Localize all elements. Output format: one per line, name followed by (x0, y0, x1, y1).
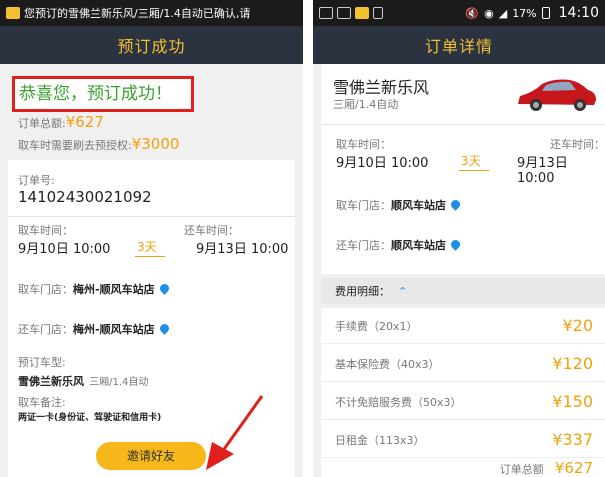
app-notification-icon (355, 7, 369, 19)
right-phone-screen: 🔇 ◉ ◢ 17% 14:10 订单详情 雪佛兰新乐风 三厢/1.4自动 取车时… (313, 0, 605, 477)
location-pin-icon[interactable] (449, 238, 462, 251)
chevron-up-icon[interactable]: ⌃ (398, 285, 407, 298)
car-name: 雪佛兰新乐风 (18, 375, 84, 388)
mute-icon: 🔇 (465, 6, 480, 20)
car-type: 雪佛兰新乐风 三厢/1.4自动 (18, 370, 148, 389)
battery-percent: 17% (512, 6, 537, 20)
location-pin-icon[interactable] (157, 282, 171, 295)
clock: 14:10 (558, 5, 599, 21)
fee-list: 手续费（20x1） ¥20 基本保险费（40x3） ¥120 不计免赔服务费（5… (321, 308, 605, 477)
order-total: 订单总额:¥627 (18, 112, 104, 131)
order-detail-card: 雪佛兰新乐风 三厢/1.4自动 取车时间： 9月10日 10:00 3天 还车时… (321, 64, 605, 274)
left-phone-screen: 您预订的雪佛兰新乐风/三厢/1.4自动已确认,请 预订成功 恭喜您，预订成功！ … (0, 0, 303, 477)
invite-friends-button[interactable]: 邀请好友 (96, 442, 206, 470)
order-no: 14102430021092 (18, 188, 152, 206)
success-highlight-box: 恭喜您，预订成功！ (12, 76, 194, 112)
pickup-store-label: 取车门店： (336, 199, 391, 212)
divider (321, 124, 605, 125)
fee-label: 不计免赔服务费（50x3） (335, 395, 462, 409)
notification-text: 您预订的雪佛兰新乐风/三厢/1.4自动已确认,请 (24, 7, 251, 20)
fee-section-header[interactable]: 费用明细： ⌃ (321, 278, 605, 304)
return-time-label: 还车时间： (184, 224, 239, 237)
image-notification-icon (319, 7, 333, 19)
rental-days: 3天 (135, 238, 165, 257)
fee-amount: ¥20 (562, 316, 593, 335)
battery-icon (541, 7, 550, 19)
pickup-store-label: 取车门店： (18, 283, 73, 296)
car-image (518, 79, 596, 111)
return-store-row[interactable]: 还车门店：顺风车站店 (336, 234, 462, 253)
sd-card-icon (373, 7, 383, 19)
return-store-name: 梅州-顺风车站店 (73, 323, 155, 336)
pickup-time-label: 取车时间： (336, 138, 391, 151)
fee-label: 手续费（20x1） (335, 319, 418, 333)
return-store-label: 还车门店： (18, 323, 73, 336)
return-store-row[interactable]: 还车门店：梅州-顺风车站店 (18, 318, 171, 337)
return-store-name: 顺风车站店 (391, 239, 446, 252)
success-message: 恭喜您，预订成功！ (19, 84, 172, 104)
pickup-time: 9月10日 10:00 (18, 242, 111, 257)
preauth-amount: 取车时需要刷去预授权:¥3000 (18, 134, 179, 153)
pickup-store-row[interactable]: 取车门店：梅州-顺风车站店 (18, 278, 171, 297)
location-pin-icon[interactable] (449, 198, 462, 211)
divider (8, 216, 295, 217)
order-total-value: ¥627 (65, 113, 104, 131)
car-spec: 三厢/1.4自动 (333, 98, 399, 111)
fee-section-label: 费用明细： (335, 285, 390, 298)
pickup-time-label: 取车时间： (18, 224, 73, 237)
note-label: 取车备注: (18, 396, 66, 409)
return-time-label: 还车时间： (550, 138, 605, 151)
return-store-label: 还车门店： (336, 239, 391, 252)
return-time: 9月13日 10:00 (517, 156, 568, 186)
page-title: 预订成功 (117, 37, 186, 56)
return-time: 9月13日 10:00 (196, 242, 289, 257)
pickup-store-name: 顺风车站店 (391, 199, 446, 212)
car-spec: 三厢/1.4自动 (89, 377, 149, 388)
fee-label: 基本保险费（40x3） (335, 357, 440, 371)
fee-label: 日租金（113x3） (335, 433, 425, 447)
fee-row: 不计免赔服务费（50x3） ¥150 (321, 384, 605, 420)
order-total-value: ¥627 (554, 459, 593, 477)
pickup-store-name: 梅州-顺风车站店 (73, 283, 155, 296)
pickup-time: 9月10日 10:00 (336, 156, 429, 171)
pointer-arrow-icon (206, 395, 264, 470)
order-total-label: 订单总额 (499, 463, 544, 476)
order-total-row: 订单总额 ¥627 (500, 458, 593, 477)
rental-days: 3天 (459, 152, 489, 171)
wifi-icon: ◉ (484, 6, 494, 20)
fee-row: 基本保险费（40x3） ¥120 (321, 346, 605, 382)
car-name: 雪佛兰新乐风 (333, 78, 430, 97)
location-pin-icon[interactable] (157, 322, 171, 335)
pickup-store-row[interactable]: 取车门店：顺风车站店 (336, 194, 462, 213)
preauth-value: ¥3000 (131, 135, 180, 153)
fee-amount: ¥120 (552, 354, 593, 373)
order-no-label: 订单号: (18, 174, 55, 187)
photo-notification-icon (337, 7, 351, 19)
pickup-note: 两证一卡(身份证、驾驶证和信用卡) (18, 413, 162, 423)
page-title: 订单详情 (424, 37, 493, 56)
app-notification-icon (6, 7, 20, 19)
preauth-label: 取车时需要刷去预授权: (18, 139, 132, 152)
fee-row: 手续费（20x1） ¥20 (321, 308, 605, 344)
fee-amount: ¥337 (552, 430, 593, 449)
fee-row: 日租金（113x3） ¥337 (321, 422, 605, 458)
order-total-label: 订单总额: (18, 117, 66, 130)
car-type-label: 预订车型: (18, 356, 66, 369)
fee-amount: ¥150 (552, 392, 593, 411)
screenshot-gap (303, 0, 313, 477)
status-bar: 🔇 ◉ ◢ 17% 14:10 (313, 0, 605, 26)
page-title-bar: 预订成功 (0, 26, 303, 64)
signal-icon: ◢ (498, 6, 508, 20)
page-title-bar: 订单详情 (313, 26, 605, 64)
status-bar: 您预订的雪佛兰新乐风/三厢/1.4自动已确认,请 (0, 0, 303, 26)
